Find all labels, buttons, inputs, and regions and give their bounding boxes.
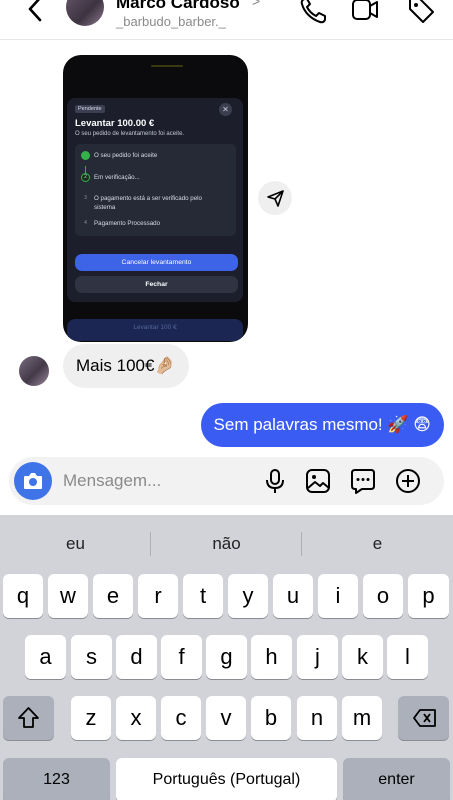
suggestion-2[interactable]: não <box>151 515 302 573</box>
key[interactable]: l <box>387 635 428 679</box>
suggestion-3[interactable]: e <box>302 515 453 573</box>
space-key[interactable]: Português (Portugal) <box>116 758 337 800</box>
step-3: 3 O pagamento está a ser verificado pelo <box>81 194 202 203</box>
key[interactable]: y <box>228 574 268 618</box>
tag-icon[interactable] <box>406 0 436 26</box>
key[interactable]: w <box>48 574 88 618</box>
sender-avatar[interactable] <box>19 356 49 386</box>
add-icon[interactable] <box>394 467 422 495</box>
shift-icon <box>18 707 39 728</box>
message-input[interactable] <box>63 469 243 493</box>
key[interactable]: p <box>408 574 449 618</box>
phone-icon[interactable] <box>298 0 328 26</box>
send-icon <box>267 190 284 207</box>
outgoing-message[interactable]: Sem palavras mesmo! 🚀 😨 <box>200 403 444 447</box>
step-4-label: Pagamento Processado <box>94 220 161 228</box>
progress-steps: O seu pedido foi aceite 2 Em verificação.… <box>75 144 236 236</box>
sticker-chat-icon[interactable] <box>349 467 377 495</box>
backspace-icon <box>413 709 436 727</box>
chevron-right-icon[interactable]: > <box>252 0 260 9</box>
key[interactable]: h <box>251 635 292 679</box>
check-dot-icon <box>81 151 90 160</box>
share-button[interactable] <box>258 181 292 215</box>
key[interactable]: a <box>25 635 66 679</box>
withdrawal-modal: Pendente ✕ Levantar 100.00 € O seu pedid… <box>67 98 243 302</box>
step-3-continued: sistema <box>94 204 116 211</box>
message-composer <box>9 457 444 505</box>
key[interactable]: u <box>273 574 313 618</box>
key[interactable]: g <box>206 635 247 679</box>
key[interactable]: k <box>342 635 383 679</box>
backspace-key[interactable] <box>398 696 449 740</box>
key[interactable]: i <box>318 574 358 618</box>
key[interactable]: c <box>161 696 201 740</box>
step-1: O seu pedido foi aceite <box>81 151 157 160</box>
step-1-label: O seu pedido foi aceite <box>94 152 158 160</box>
close-button: Fechar <box>75 276 238 293</box>
key[interactable]: s <box>71 635 112 679</box>
key[interactable]: t <box>183 574 223 618</box>
close-icon: ✕ <box>219 103 232 116</box>
shift-key[interactable] <box>3 696 54 740</box>
step-4: 4 Pagamento Processado <box>81 219 160 228</box>
gallery-icon[interactable] <box>304 467 332 495</box>
contact-name[interactable]: Marco Cardoso <box>116 0 240 13</box>
step-2-label: Em verificação... <box>94 174 140 182</box>
video-call-icon[interactable] <box>350 0 380 26</box>
suggestion-1[interactable]: eu <box>0 515 151 573</box>
key[interactable]: o <box>363 574 403 618</box>
key[interactable]: d <box>116 635 157 679</box>
microphone-icon[interactable] <box>261 467 289 495</box>
camera-button[interactable] <box>14 462 52 500</box>
step-2-marker: 2 <box>81 173 90 182</box>
cancel-withdrawal-button: Cancelar levantamento <box>75 254 238 271</box>
keyboard: eu não e q w e r t y u i o p a s d f g h… <box>0 515 453 800</box>
incoming-message[interactable]: Mais 100€🤌🏼 <box>63 344 189 388</box>
modal-title: Levantar 100.00 € <box>75 118 155 129</box>
step-3-label: O pagamento está a ser verificado pelo <box>94 195 203 203</box>
key[interactable]: v <box>206 696 246 740</box>
key[interactable]: x <box>116 696 156 740</box>
modal-subtitle: O seu pedido de levantamento foi aceite. <box>75 131 185 137</box>
camera-icon <box>24 473 42 489</box>
back-arrow-icon[interactable] <box>22 0 50 28</box>
shared-screenshot[interactable]: Pendente ✕ Levantar 100.00 € O seu pedid… <box>63 55 248 342</box>
key[interactable]: m <box>342 696 382 740</box>
contact-avatar[interactable] <box>66 0 104 26</box>
phone-notch <box>151 65 183 67</box>
key[interactable]: f <box>161 635 202 679</box>
withdraw-button: Levantar 100 € <box>67 319 243 341</box>
key[interactable]: r <box>138 574 178 618</box>
step-2: 2 Em verificação... <box>81 173 140 182</box>
enter-key[interactable]: enter <box>343 758 450 800</box>
key[interactable]: b <box>251 696 291 740</box>
contact-handle[interactable]: _barbudo_barber._ <box>116 14 226 29</box>
key[interactable]: e <box>93 574 133 618</box>
key[interactable]: z <box>71 696 111 740</box>
step-4-marker: 4 <box>84 220 87 226</box>
chat-header: Marco Cardoso > _barbudo_barber._ <box>0 0 453 40</box>
key[interactable]: n <box>297 696 337 740</box>
step-3-marker: 3 <box>84 195 87 201</box>
key[interactable]: q <box>3 574 43 618</box>
numbers-key[interactable]: 123 <box>3 758 110 800</box>
key[interactable]: j <box>297 635 338 679</box>
status-badge: Pendente <box>75 105 105 113</box>
